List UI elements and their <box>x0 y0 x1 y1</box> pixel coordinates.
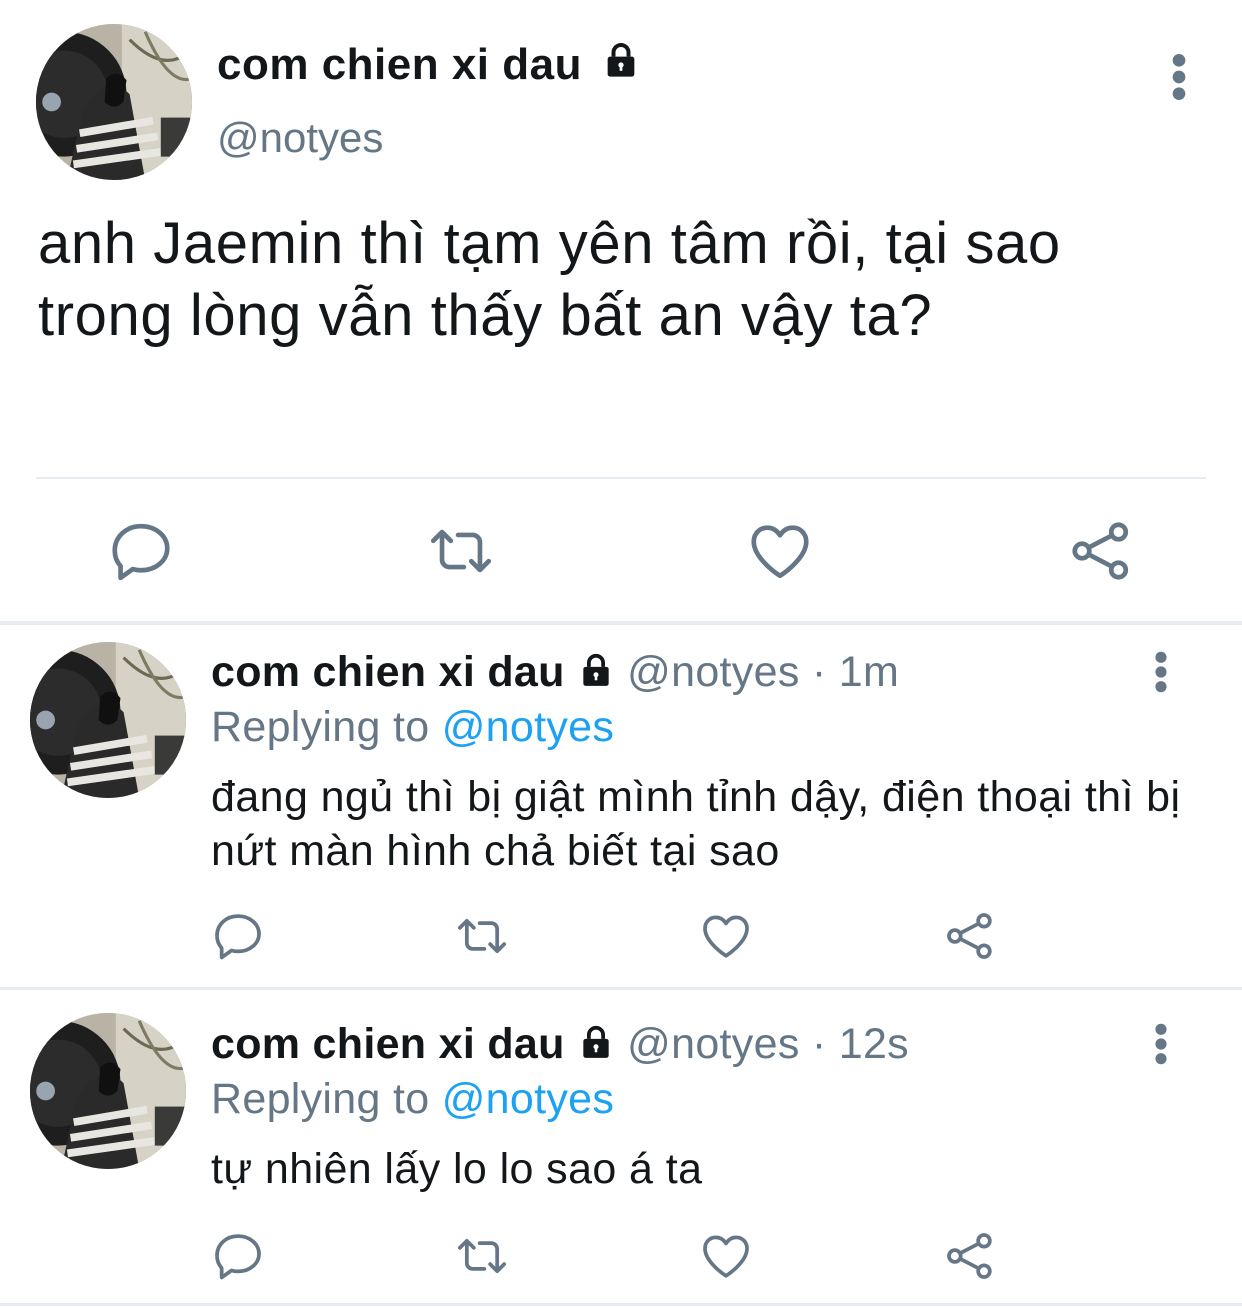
display-name[interactable]: com chien xi dau <box>217 40 641 90</box>
tweet-text: anh Jaemin thì tạm yên tâm rồi, tại sao … <box>38 211 1061 348</box>
lock-icon <box>577 651 615 689</box>
reply-icon[interactable] <box>210 1228 266 1284</box>
reply-header: com chien xi dau @notyes · 1m <box>211 648 899 697</box>
more-options-icon[interactable] <box>1148 1022 1174 1066</box>
timestamp: 1m <box>838 648 900 696</box>
user-handle[interactable]: @notyes <box>627 1020 799 1068</box>
replying-to: Replying to @notyes <box>211 1075 614 1124</box>
avatar[interactable] <box>36 24 192 180</box>
like-icon[interactable] <box>745 516 815 586</box>
avatar[interactable] <box>30 642 186 798</box>
like-icon[interactable] <box>698 908 754 964</box>
avatar-image <box>30 642 186 798</box>
reply-text: tự nhiên lấy lo lo sao á ta <box>211 1145 703 1193</box>
section-separator <box>0 1303 1242 1306</box>
more-options-icon[interactable] <box>1164 52 1194 102</box>
retweet-icon[interactable] <box>426 516 496 586</box>
replying-to-label: Replying to <box>211 703 430 751</box>
dot-separator: · <box>811 648 827 696</box>
display-name[interactable]: com chien xi dau <box>211 648 565 696</box>
reply-icon[interactable] <box>106 516 176 586</box>
share-icon[interactable] <box>942 1228 998 1284</box>
replying-to: Replying to @notyes <box>211 703 614 752</box>
share-icon[interactable] <box>942 908 998 964</box>
retweet-icon[interactable] <box>454 908 510 964</box>
section-separator <box>0 621 1242 625</box>
retweet-icon[interactable] <box>454 1228 510 1284</box>
like-icon[interactable] <box>698 1228 754 1284</box>
reply-text: đang ngủ thì bị giật mình tỉnh dậy, điện… <box>211 773 1181 875</box>
section-separator <box>0 987 1242 990</box>
more-options-icon[interactable] <box>1148 650 1174 694</box>
lock-icon <box>577 1023 615 1061</box>
share-icon[interactable] <box>1066 516 1136 586</box>
reply-icon[interactable] <box>210 908 266 964</box>
user-handle[interactable]: @notyes <box>217 114 383 162</box>
display-name-text: com chien xi dau <box>217 40 582 89</box>
mention-link[interactable]: @notyes <box>442 1075 614 1123</box>
replying-to-label: Replying to <box>211 1075 430 1123</box>
timestamp: 12s <box>838 1020 909 1068</box>
display-name[interactable]: com chien xi dau <box>211 1020 565 1068</box>
lock-icon <box>601 40 641 80</box>
reply-header: com chien xi dau @notyes · 12s <box>211 1020 909 1069</box>
dot-separator: · <box>811 1020 827 1068</box>
mention-link[interactable]: @notyes <box>442 703 614 751</box>
divider <box>36 477 1206 479</box>
avatar-image <box>30 1013 186 1169</box>
avatar-image <box>36 24 192 180</box>
user-handle[interactable]: @notyes <box>627 648 799 696</box>
avatar[interactable] <box>30 1013 186 1169</box>
